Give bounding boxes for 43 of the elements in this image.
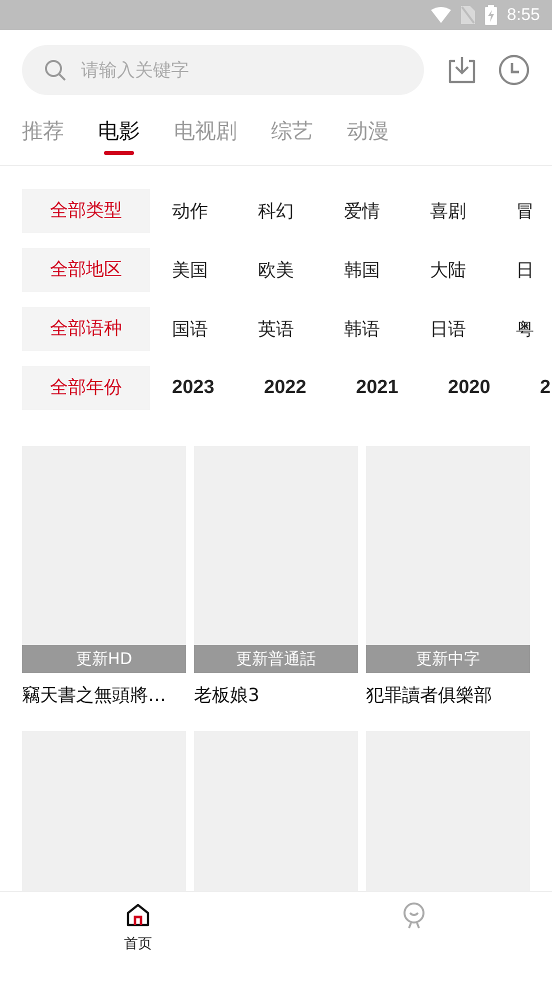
filter-option[interactable]: 全部年份 — [22, 366, 150, 410]
filter-option[interactable]: 动作 — [172, 199, 258, 223]
filter-option[interactable]: 冒 — [516, 199, 552, 223]
filter-option[interactable]: 韩语 — [344, 317, 430, 341]
update-label: 更新普通話 — [194, 645, 358, 673]
filter-option[interactable]: 英语 — [258, 317, 344, 341]
filter-option[interactable]: 粤 — [516, 317, 552, 341]
battery-icon — [484, 5, 497, 25]
nav-label[interactable]: 首页 — [124, 935, 152, 953]
movie-title[interactable]: 竊天書之無頭將… — [22, 683, 186, 707]
movie-title[interactable]: 老板娘3 — [194, 683, 358, 707]
filter-option[interactable]: 大陆 — [430, 258, 516, 282]
filter-option[interactable]: 日语 — [430, 317, 516, 341]
clock-time: 8:55 — [506, 5, 540, 25]
filter-option[interactable]: 2021 — [356, 377, 448, 399]
category-tab[interactable]: 电影 — [98, 117, 140, 147]
smiley-icon[interactable] — [401, 902, 427, 929]
filter-option[interactable]: 2022 — [264, 377, 356, 399]
home-icon[interactable] — [125, 902, 151, 929]
filter-option[interactable]: 全部语种 — [22, 307, 150, 351]
filter-option[interactable]: 爱情 — [344, 199, 430, 223]
history-icon[interactable] — [498, 54, 530, 86]
filter-option[interactable]: 2 — [540, 377, 552, 399]
filter-option[interactable]: 2023 — [172, 377, 264, 399]
filter-option[interactable]: 欧美 — [258, 258, 344, 282]
filter-option[interactable]: 科幻 — [258, 199, 344, 223]
filter-option[interactable]: 全部地区 — [22, 248, 150, 292]
filter-option[interactable]: 美国 — [172, 258, 258, 282]
filter-option[interactable]: 韩国 — [344, 258, 430, 282]
movie-title[interactable]: 犯罪讀者俱樂部 — [366, 683, 530, 707]
no-sim-icon — [460, 6, 475, 24]
download-icon[interactable] — [446, 54, 478, 86]
search-icon — [44, 59, 66, 81]
filter-option[interactable]: 喜剧 — [430, 199, 516, 223]
filter-option[interactable]: 2020 — [448, 377, 540, 399]
filter-option[interactable]: 全部类型 — [22, 189, 150, 233]
search-field[interactable]: 请输入关键字 — [22, 45, 424, 95]
tab-indicator — [104, 151, 134, 155]
wifi-icon — [430, 7, 451, 23]
update-label: 更新中字 — [366, 645, 530, 673]
filter-option[interactable]: 日 — [516, 258, 552, 282]
filter-option[interactable]: 国语 — [172, 317, 258, 341]
update-label: 更新HD — [22, 645, 186, 673]
